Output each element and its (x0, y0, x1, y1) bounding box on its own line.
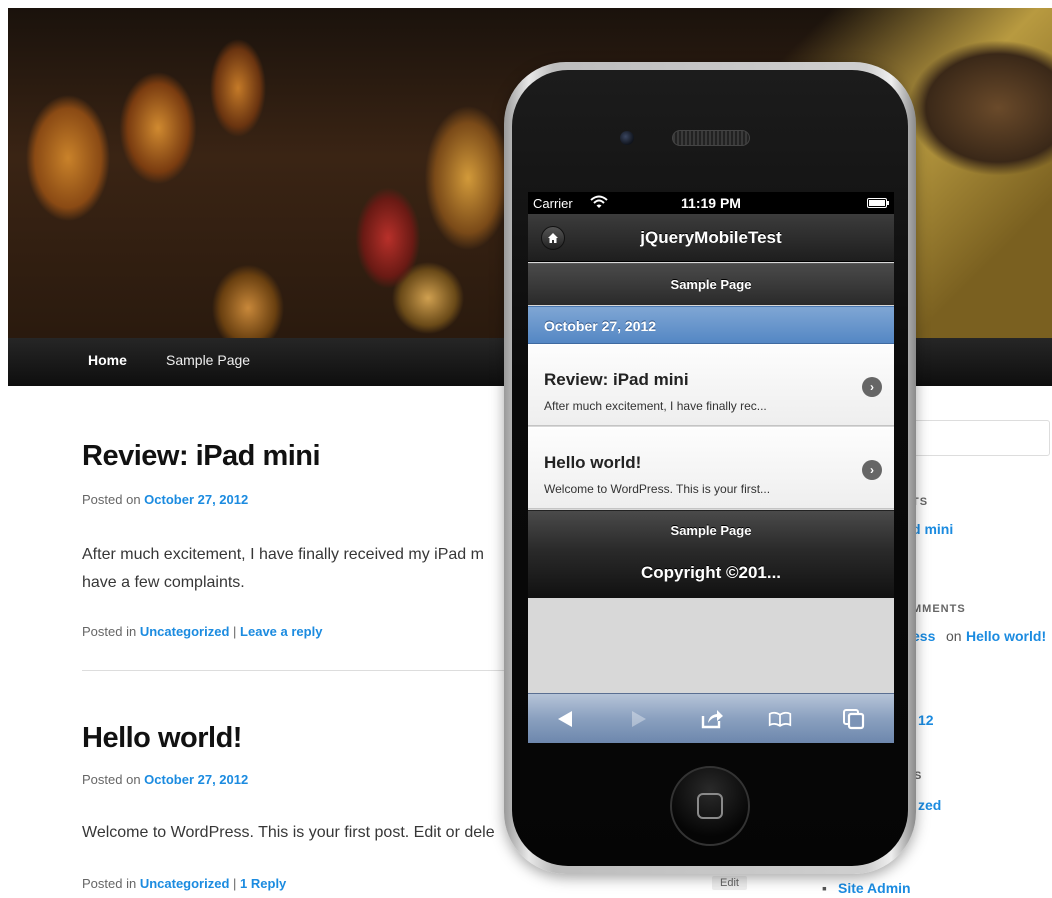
post-title-link[interactable]: Review: iPad mini (82, 440, 321, 473)
post-title-link[interactable]: Hello world! (82, 722, 242, 755)
app-header: jQueryMobileTest (528, 214, 894, 262)
post-excerpt: After much excitement, I have finally re… (82, 541, 484, 597)
comment-on-text: on (946, 628, 962, 644)
recent-comments-heading: MMENTS (912, 603, 966, 615)
list-item[interactable]: Review: iPad mini After much excitement,… (528, 344, 894, 426)
chevron-right-icon: › (862, 377, 882, 397)
post-excerpt: Welcome to WordPress. This is your first… (82, 819, 495, 847)
post-divider (82, 670, 512, 671)
chevron-right-icon: › (862, 460, 882, 480)
footer-separator: | (233, 876, 237, 891)
comment-post-link[interactable]: Hello world! (966, 628, 1046, 644)
post-date-link[interactable]: October 27, 2012 (144, 492, 248, 507)
list-item-desc: After much excitement, I have finally re… (544, 399, 767, 413)
posted-in-label: Posted in (82, 876, 137, 891)
forward-icon[interactable] (626, 708, 650, 730)
list-item-desc: Welcome to WordPress. This is your first… (544, 482, 771, 496)
recent-post-link[interactable]: d mini (912, 521, 953, 537)
nav-sample-page-link[interactable]: Sample Page (166, 352, 250, 368)
edit-button[interactable]: Edit (712, 876, 747, 890)
nav-home-link[interactable]: Home (88, 352, 127, 368)
front-camera (620, 131, 634, 145)
battery-icon (867, 198, 889, 208)
post-meta: Posted on October 27, 2012 (82, 772, 248, 787)
category-link[interactable]: Uncategorized (140, 876, 230, 891)
footer-separator: | (233, 624, 237, 639)
archive-link[interactable]: 12 (918, 712, 934, 728)
iphone-screen: Carrier 11:19 PM jQueryMobileTest Sample… (528, 192, 894, 743)
status-bar: Carrier 11:19 PM (528, 192, 894, 214)
bookmarks-icon[interactable] (768, 708, 792, 730)
app-title: jQueryMobileTest (640, 228, 782, 247)
home-button-icon (697, 793, 723, 819)
site-admin-link[interactable]: Site Admin (838, 880, 911, 896)
posted-on-label: Posted on (82, 772, 141, 787)
back-icon[interactable] (554, 708, 578, 730)
list-bullet: ▪ (822, 880, 827, 896)
nav-sample-page-button[interactable]: Sample Page (528, 263, 894, 305)
share-icon[interactable] (700, 708, 724, 730)
category-link[interactable]: Uncategorized (140, 624, 230, 639)
footer-sample-page-button[interactable]: Sample Page (528, 510, 894, 550)
status-time: 11:19 PM (681, 195, 741, 211)
leave-reply-link[interactable]: Leave a reply (240, 624, 322, 639)
post-excerpt-line: have a few complaints. (82, 574, 245, 591)
earpiece-speaker (672, 130, 750, 146)
post-footer: Posted in Uncategorized | Leave a reply (82, 624, 322, 639)
post-excerpt-line: Welcome to WordPress. This is your first… (82, 824, 495, 841)
category-sidebar-link[interactable]: zed (918, 797, 941, 813)
list-item[interactable]: Hello world! Welcome to WordPress. This … (528, 427, 894, 509)
list-item-title: Hello world! (544, 453, 642, 472)
search-input[interactable] (900, 420, 1050, 456)
post-date-link[interactable]: October 27, 2012 (144, 772, 248, 787)
safari-toolbar (528, 693, 894, 743)
posted-in-label: Posted in (82, 624, 137, 639)
post-footer: Posted in Uncategorized | 1 Reply (82, 876, 286, 891)
post-meta: Posted on October 27, 2012 (82, 492, 248, 507)
reply-count-link[interactable]: 1 Reply (240, 876, 286, 891)
post-excerpt-line: After much excitement, I have finally re… (82, 546, 484, 563)
list-item-title: Review: iPad mini (544, 370, 689, 389)
posted-on-label: Posted on (82, 492, 141, 507)
tabs-icon[interactable] (842, 708, 866, 730)
list-divider-date: October 27, 2012 (528, 306, 894, 344)
footer-copyright: Copyright ©201... (528, 550, 894, 598)
